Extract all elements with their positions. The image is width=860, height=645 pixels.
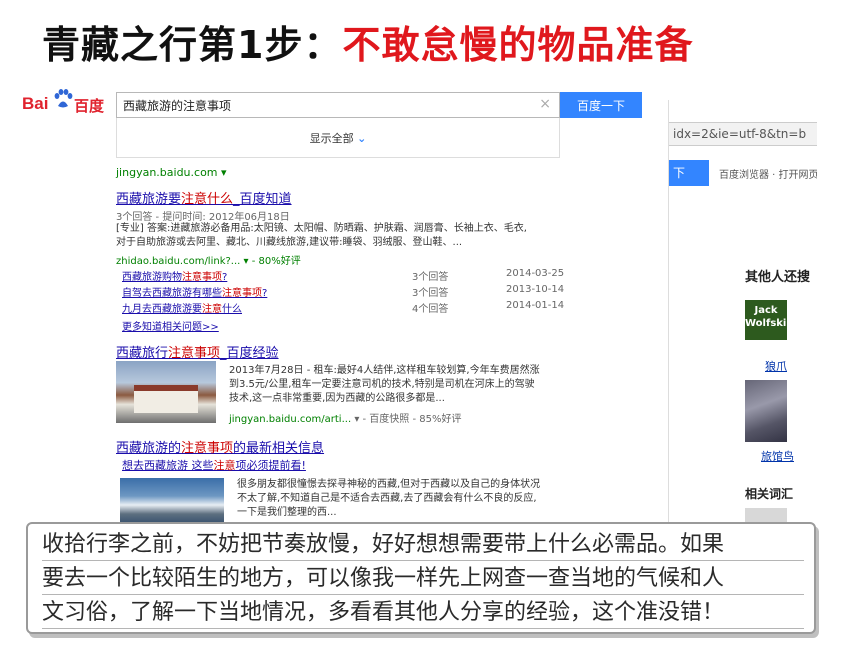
baidu-paw-icon [54,89,73,108]
background-browser-note[interactable]: 百度浏览器 · 打开网页 [719,166,817,181]
result-title-highlight: 注意什么 [181,192,234,207]
sub-question-highlight: 注意事项 [182,272,222,283]
site-line[interactable]: jingyan.baidu.com ▾ [116,166,227,179]
result-description: [专业] 答案:进藏旅游必备用品:太阳镜、太阳帽、防晒霜、护肤霜、润唇膏、长袖上… [116,222,561,250]
more-questions-link[interactable]: 更多知道相关问题>> [122,318,219,333]
bubble-line-1: 收拾行李之前，不妨把节奏放慢，好好想想需要带上什么必需品。如果 [42,530,804,561]
sub-question-pre: 西藏旅游购物 [122,272,182,283]
sub-question-date: 2014-01-14 [506,300,565,311]
result-desc-line: [专业] 答案:进藏旅游必备用品:太阳镜、太阳帽、防晒霜、护肤霜、润唇膏、长袖上… [116,223,527,234]
slide-title-prefix: 青藏之行第1步： [42,23,343,67]
result-title-highlight: 注意事项 [168,346,221,361]
sub-question-pre: 自驾去西藏旅游有哪些 [122,288,222,299]
others-search-heading: 其他人还搜 [745,270,811,285]
sub-question-post: ? [222,272,228,283]
potala-palace-image[interactable] [116,361,216,423]
baidu-search-screenshot: Bai 百度 西藏旅游的注意事项 × 百度一下 显示全部 ⌄ jingyan.b… [22,88,667,538]
result-title-zhidao[interactable]: 西藏旅游要注意什么_百度知道 [116,188,292,207]
show-all-toggle[interactable]: 显示全部 ⌄ [117,130,559,146]
result-title-jingyan[interactable]: 西藏旅行注意事项_百度经验 [116,342,279,361]
sub-question-row[interactable]: 九月去西藏旅游要注意什么 4个回答 2014-01-14 [122,300,567,315]
news-sub-pre: 想去西藏旅游 这些 [122,459,214,472]
sub-question-count: 3个回答 [412,288,449,299]
sub-question-post: ? [262,288,268,299]
result-desc-line: 很多朋友都很憧憬去探寻神秘的西藏,但对于西藏以及自己的身体状况 [237,479,541,490]
result-title-pre: 西藏旅游的 [116,441,182,456]
sub-question-highlight: 注意 [202,304,222,315]
related-link-wolf-claw[interactable]: 狼爪 [765,358,787,374]
background-url-bar[interactable]: idx=2&ie=utf-8&tn=b [669,122,817,146]
baidu-logo-bai: Bai [22,94,49,113]
result-title-pre: 西藏旅行 [116,346,169,361]
clear-icon[interactable]: × [539,96,551,112]
result-title-post: _百度知道 [233,192,292,207]
news-sub-highlight: 注意 [213,459,236,472]
search-query-text: 西藏旅游的注意事项 [123,99,232,113]
chevron-down-icon: ⌄ [357,132,367,145]
speech-bubble: 收拾行李之前，不妨把节奏放慢，好好想想需要带上什么必需品。如果 要去一个比较陌生… [26,522,816,634]
result-title-pre: 西藏旅游要 [116,192,182,207]
sub-question-highlight: 注意事项 [222,288,262,299]
news-sub-post: 项必须提前看! [235,459,306,472]
result-description: 很多朋友都很憧憬去探寻神秘的西藏,但对于西藏以及自己的身体状况 不太了解,不知道… [237,478,567,520]
sub-question-title: 西藏旅游购物注意事项? [122,268,227,283]
sub-question-row[interactable]: 自驾去西藏旅游有哪些注意事项? 3个回答 2013-10-14 [122,284,567,299]
bubble-line-3: 文习俗，了解一下当地情况，多看看其他人分享的经验，这个准没错！ [42,598,804,629]
related-link-bird[interactable]: 旅馆鸟 [761,448,794,464]
result-desc-line: 技术,这一点非常重要,因为西藏的公路很多都是... [229,393,445,404]
result-desc-line: 对于自助旅游或去阿里、藏北、川藏线旅游,建议带:睡袋、羽绒服、登山鞋、... [116,237,463,248]
result-title-post: 的最新相关信息 [233,441,325,456]
sub-question-pre: 九月去西藏旅游要 [122,304,202,315]
result-title-highlight: 注意事项 [181,441,234,456]
sub-question-post: 什么 [222,304,242,315]
search-button[interactable]: 百度一下 [560,92,642,118]
result-description: 2013年7月28日 - 租车:最好4人结伴,这样租车较划算,今年车费居然涨 到… [229,364,564,406]
search-input[interactable]: 西藏旅游的注意事项 × [116,92,560,118]
jack-wolfskin-logo[interactable]: Jack Wolfskin [745,300,793,340]
background-search-button[interactable]: 下 [669,160,709,186]
result-desc-line: 到3.5元/公里,租车一定要注意司机的技术,特别是司机在河床上的驾驶 [229,379,535,390]
baidu-logo[interactable]: Bai 百度 [22,89,112,116]
slide-title-highlight: 不敢怠慢的物品准备 [342,23,694,67]
news-sub-title[interactable]: 想去西藏旅游 这些注意项必须提前看! [122,457,306,473]
baidu-logo-du: 百度 [74,97,105,115]
sub-question-date: 2013-10-14 [506,284,565,295]
sub-question-date: 2014-03-25 [506,268,565,279]
palace-shape [134,385,198,413]
sub-question-count: 3个回答 [412,272,449,283]
sub-question-row[interactable]: 西藏旅游购物注意事项? 3个回答 2014-03-25 [122,268,567,283]
show-all-label: 显示全部 [309,132,354,145]
result-title-post: _百度经验 [220,346,279,361]
result-title-latest[interactable]: 西藏旅游的注意事项的最新相关信息 [116,437,324,456]
result-source-line[interactable]: jingyan.baidu.com/arti... ▾ - 百度快照 - 85%… [229,410,462,425]
bird-image[interactable] [745,380,787,442]
suggestion-dropdown: 显示全部 ⌄ [116,118,560,158]
result-snapshot-links: ▾ - 百度快照 - 85%好评 [354,414,462,425]
sub-question-title: 九月去西藏旅游要注意什么 [122,300,242,315]
result-desc-line: 不太了解,不知道自己是不适合去西藏,去了西藏会有什么不良的反应, [237,493,537,504]
result-meta: 3个回答 - 提问时间: 2012年06月18日 [116,212,290,223]
bubble-line-2: 要去一个比较陌生的地方，可以像我一样先上网查一查当地的气候和人 [42,564,804,595]
sub-question-count: 4个回答 [412,304,449,315]
sub-question-title: 自驾去西藏旅游有哪些注意事项? [122,284,267,299]
result-source-url: jingyan.baidu.com/arti... [229,414,352,425]
slide-title: 青藏之行第1步：不敢怠慢的物品准备 [42,14,693,69]
result-desc-line: 2013年7月28日 - 租车:最好4人结伴,这样租车较划算,今年车费居然涨 [229,365,540,376]
background-browser-screenshot: idx=2&ie=utf-8&tn=b 下 百度浏览器 · 打开网页 其他人还搜… [668,100,817,540]
result-source-line[interactable]: zhidao.baidu.com/link?... ▾ - 80%好评 [116,252,301,267]
result-desc-line: 一下是我们整理的西... [237,507,337,518]
related-words-heading: 相关词汇 [745,487,794,501]
